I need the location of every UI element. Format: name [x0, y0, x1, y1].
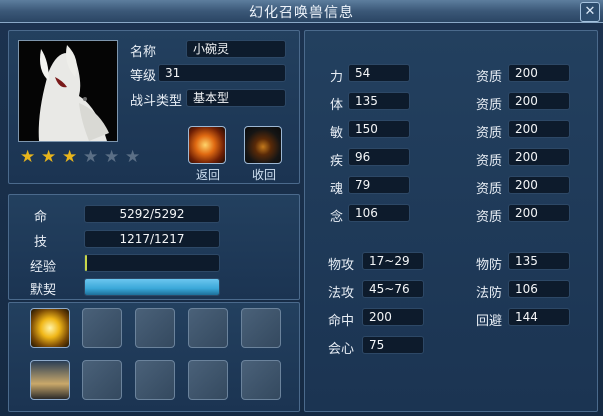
star-empty-icon: ★ — [104, 147, 120, 167]
aptitude-label: 资质 — [476, 182, 503, 197]
magic-attack-label: 法攻 — [328, 286, 355, 301]
hit-value: 200 — [362, 308, 424, 326]
magic-defense-value: 106 — [508, 280, 570, 298]
dodge-value: 144 — [508, 308, 570, 326]
empty-skill-slot[interactable] — [188, 308, 228, 348]
star-filled-icon: ★ — [62, 147, 78, 167]
aptitude-value: 200 — [508, 64, 570, 82]
hit-label: 命中 — [328, 314, 355, 329]
aptitude-value: 200 — [508, 92, 570, 110]
skill-slot-claw-icon[interactable] — [30, 360, 70, 400]
star-filled-icon: ★ — [41, 147, 57, 167]
combat-type-value: 基本型 — [186, 89, 286, 107]
star-filled-icon: ★ — [20, 147, 36, 167]
skill-slot-gold-icon[interactable] — [30, 308, 70, 348]
exp-label: 经验 — [30, 260, 57, 275]
attr-label: 力 — [330, 70, 344, 85]
empty-skill-slot[interactable] — [241, 360, 281, 400]
attr-value: 106 — [348, 204, 410, 222]
name-value: 小碗灵 — [186, 40, 286, 58]
attr-label: 念 — [330, 210, 344, 225]
attr-label: 疾 — [330, 154, 344, 169]
attr-value: 150 — [348, 120, 410, 138]
mp-value: 1217/1217 — [84, 230, 220, 248]
attr-value: 96 — [348, 148, 410, 166]
magic-defense-label: 法防 — [476, 286, 503, 301]
attr-label: 体 — [330, 98, 344, 113]
empty-skill-slot[interactable] — [241, 308, 281, 348]
return-label: 返回 — [196, 168, 221, 182]
title-bar: 幻化召唤兽信息 ✕ — [0, 0, 603, 23]
aptitude-label: 资质 — [476, 70, 503, 85]
star-empty-icon: ★ — [83, 147, 99, 167]
empty-skill-slot[interactable] — [188, 360, 228, 400]
mp-label: 技 — [34, 235, 48, 250]
aptitude-value: 200 — [508, 148, 570, 166]
fire-swirl-icon[interactable] — [188, 126, 226, 164]
recall-label: 收回 — [252, 168, 277, 182]
exp-bar-fill — [85, 255, 87, 271]
empty-skill-slot[interactable] — [135, 308, 175, 348]
exp-bar — [84, 254, 220, 272]
aptitude-label: 资质 — [476, 98, 503, 113]
attr-value: 54 — [348, 64, 410, 82]
physical-defense-value: 135 — [508, 252, 570, 270]
loyalty-bar-fill — [85, 279, 219, 295]
aptitude-value: 200 — [508, 120, 570, 138]
level-value: 31 — [158, 64, 286, 82]
aptitude-label: 资质 — [476, 126, 503, 141]
empty-skill-slot[interactable] — [135, 360, 175, 400]
attr-label: 敏 — [330, 126, 344, 141]
attr-label: 魂 — [330, 182, 344, 197]
level-label: 等级 — [130, 69, 157, 84]
dodge-label: 回避 — [476, 314, 503, 329]
magic-attack-value: 45~76 — [362, 280, 424, 298]
empty-skill-slot[interactable] — [82, 308, 122, 348]
name-label: 名称 — [130, 45, 157, 60]
crit-label: 会心 — [328, 342, 355, 357]
aptitude-value: 200 — [508, 204, 570, 222]
loyalty-label: 默契 — [30, 283, 57, 298]
physical-attack-value: 17~29 — [362, 252, 424, 270]
hp-label: 命 — [34, 210, 48, 225]
window-title: 幻化召唤兽信息 — [249, 5, 354, 21]
close-button[interactable]: ✕ — [580, 2, 600, 22]
attr-value: 135 — [348, 92, 410, 110]
combat-type-label: 战斗类型 — [130, 94, 183, 109]
physical-defense-label: 物防 — [476, 258, 503, 273]
physical-attack-label: 物攻 — [328, 258, 355, 273]
pet-info-window: 幻化召唤兽信息 ✕ 名称 小碗灵 等级 31 战斗类型 基本型 返回 收回 ★ ★… — [0, 0, 603, 416]
dark-beast-icon[interactable] — [244, 126, 282, 164]
crit-value: 75 — [362, 336, 424, 354]
empty-skill-slot[interactable] — [82, 360, 122, 400]
star-empty-icon: ★ — [125, 147, 141, 167]
aptitude-label: 资质 — [476, 210, 503, 225]
loyalty-bar — [84, 278, 220, 296]
aptitude-value: 200 — [508, 176, 570, 194]
hp-value: 5292/5292 — [84, 205, 220, 223]
aptitude-label: 资质 — [476, 154, 503, 169]
pet-portrait — [18, 40, 118, 142]
attr-value: 79 — [348, 176, 410, 194]
